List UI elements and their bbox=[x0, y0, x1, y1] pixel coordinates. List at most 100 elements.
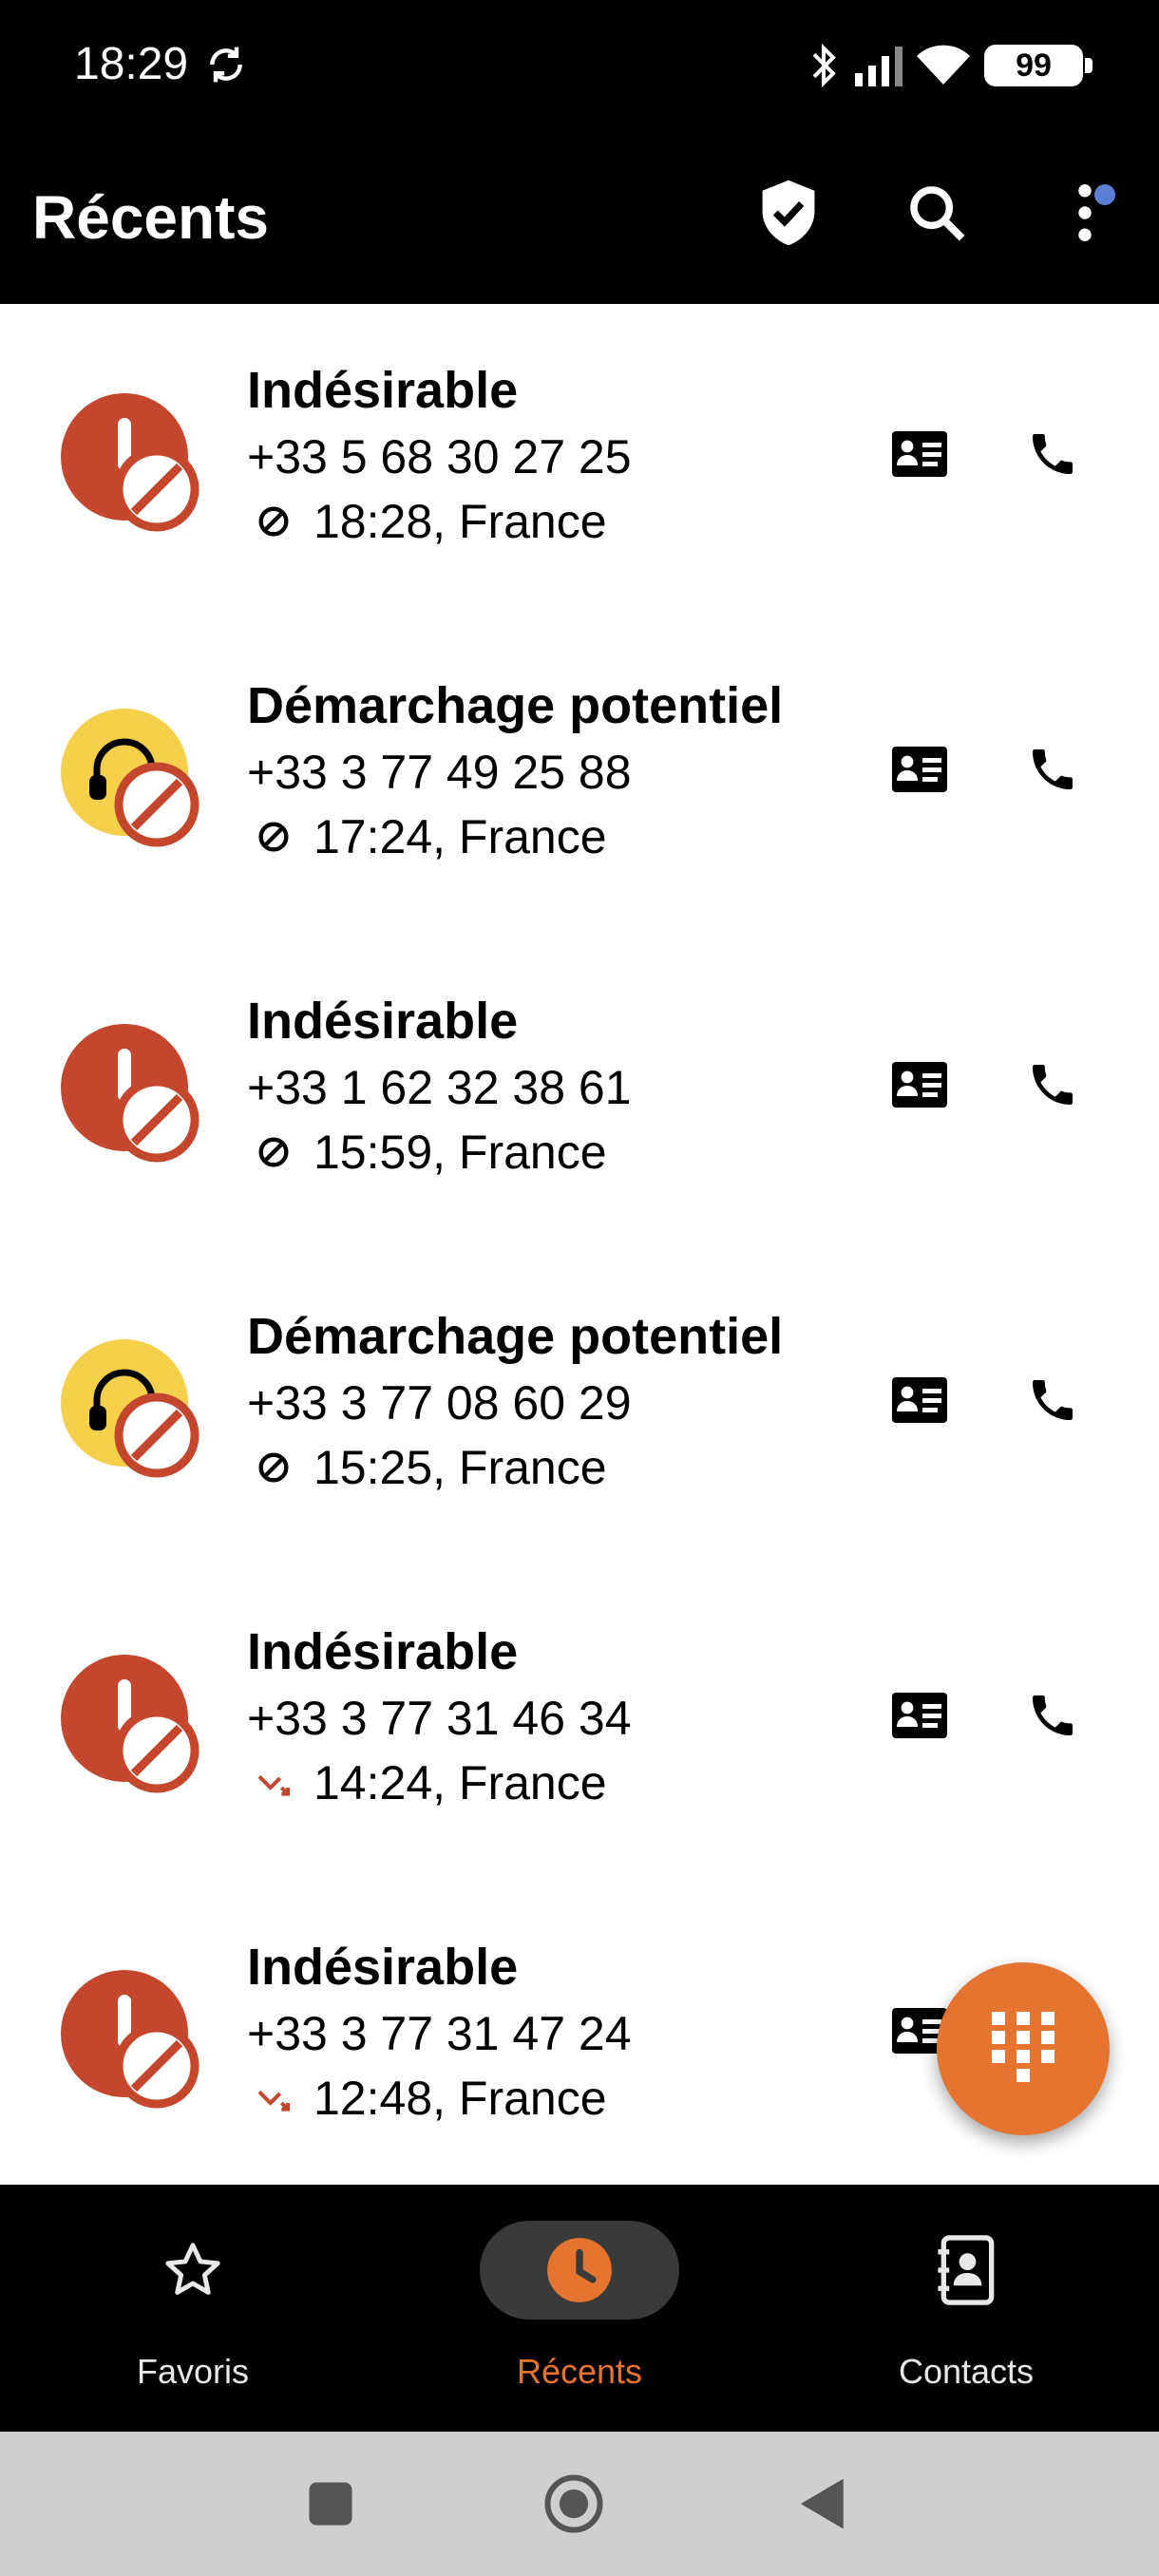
app-bar: Récents bbox=[0, 133, 1159, 304]
system-navigation-bar bbox=[0, 2432, 1159, 2576]
call-time-location: 15:59, France bbox=[314, 1126, 607, 1179]
spam-avatar bbox=[61, 1970, 200, 2109]
blocked-icon bbox=[258, 1452, 289, 1483]
telemarketing-avatar bbox=[61, 1339, 200, 1478]
call-meta: 18:28, France bbox=[247, 490, 632, 553]
blocked-icon bbox=[258, 1137, 289, 1167]
call-time-location: 18:28, France bbox=[314, 495, 607, 548]
back-button[interactable] bbox=[787, 2470, 855, 2538]
call-row[interactable]: Démarchage potentiel +33 3 77 08 60 29 1… bbox=[0, 1250, 1159, 1565]
call-row[interactable]: Indésirable +33 5 68 30 27 25 18:28, Fra… bbox=[0, 304, 1159, 619]
home-circle-icon bbox=[544, 2474, 603, 2533]
bottom-navigation: Favoris Récents Contacts bbox=[0, 2185, 1159, 2432]
block-badge-icon bbox=[114, 762, 200, 847]
search-icon[interactable] bbox=[899, 175, 975, 251]
nav-recents-label: Récents bbox=[516, 2352, 643, 2391]
call-number: +33 3 77 31 46 34 bbox=[247, 1692, 632, 1745]
call-button[interactable] bbox=[1015, 1362, 1091, 1438]
contact-card-button[interactable] bbox=[882, 1362, 958, 1438]
call-meta: 15:59, France bbox=[247, 1121, 632, 1184]
call-number: +33 5 68 30 27 25 bbox=[247, 430, 632, 483]
call-time-location: 17:24, France bbox=[314, 810, 607, 863]
notification-dot bbox=[1094, 184, 1115, 205]
call-row[interactable]: Indésirable +33 3 77 31 46 34 14:24, Fra… bbox=[0, 1565, 1159, 1881]
blocked-icon bbox=[258, 822, 289, 852]
nav-favorites-icon-wrap bbox=[93, 2221, 293, 2320]
contacts-book-icon bbox=[938, 2235, 995, 2305]
call-label: Démarchage potentiel bbox=[247, 1308, 784, 1365]
call-label: Indésirable bbox=[247, 362, 519, 419]
more-vert-icon[interactable] bbox=[1047, 175, 1123, 251]
call-row[interactable]: Démarchage potentiel +33 3 77 49 25 88 1… bbox=[0, 619, 1159, 935]
home-button[interactable] bbox=[540, 2470, 608, 2538]
call-label: Indésirable bbox=[247, 1939, 519, 1996]
shield-check-icon[interactable] bbox=[750, 175, 826, 251]
dialpad-icon bbox=[992, 2012, 1054, 2082]
sync-icon bbox=[210, 47, 242, 83]
block-badge-icon bbox=[114, 2023, 200, 2109]
contact-card-button[interactable] bbox=[882, 416, 958, 492]
call-label: Démarchage potentiel bbox=[247, 677, 784, 734]
contact-card-icon bbox=[892, 747, 947, 792]
call-meta: 14:24, France bbox=[247, 1752, 632, 1814]
contact-card-button[interactable] bbox=[882, 1677, 958, 1753]
call-time-location: 14:24, France bbox=[314, 1756, 607, 1809]
phone-icon bbox=[1033, 749, 1073, 789]
contact-card-button[interactable] bbox=[882, 731, 958, 807]
signal-icon bbox=[855, 47, 902, 86]
call-info: Indésirable +33 3 77 31 46 34 14:24, Fra… bbox=[247, 1619, 632, 1814]
status-time: 18:29 bbox=[74, 39, 189, 89]
page-title: Récents bbox=[32, 183, 269, 252]
clock-icon bbox=[547, 2238, 612, 2302]
phone-icon bbox=[1033, 1380, 1073, 1420]
dialpad-fab-button[interactable] bbox=[937, 1962, 1110, 2135]
call-time-location: 12:48, France bbox=[314, 2072, 607, 2125]
telemarketing-avatar bbox=[61, 709, 200, 847]
missed-call-icon bbox=[257, 2090, 290, 2112]
blocked-icon bbox=[258, 506, 289, 537]
nav-contacts[interactable]: Contacts bbox=[776, 2185, 1156, 2432]
battery-level: 99 bbox=[1016, 47, 1052, 84]
call-row[interactable]: Indésirable +33 1 62 32 38 61 15:59, Fra… bbox=[0, 935, 1159, 1250]
nav-contacts-icon-wrap bbox=[866, 2221, 1066, 2320]
call-info: Indésirable +33 3 77 31 47 24 12:48, Fra… bbox=[247, 1934, 632, 2130]
call-number: +33 3 77 31 47 24 bbox=[247, 2007, 632, 2060]
contact-card-button[interactable] bbox=[882, 1047, 958, 1123]
spam-avatar bbox=[61, 1024, 200, 1163]
spam-avatar bbox=[61, 1655, 200, 1793]
spam-avatar bbox=[61, 393, 200, 532]
recents-apps-button[interactable] bbox=[296, 2470, 365, 2538]
contact-card-icon bbox=[892, 1062, 947, 1108]
call-label: Indésirable bbox=[247, 993, 519, 1050]
phone-icon bbox=[1033, 434, 1073, 474]
call-button[interactable] bbox=[1015, 1047, 1091, 1123]
call-number: +33 1 62 32 38 61 bbox=[247, 1061, 632, 1114]
status-icons: 99 bbox=[808, 42, 1092, 89]
nav-favorites-label: Favoris bbox=[136, 2352, 250, 2391]
call-button[interactable] bbox=[1015, 731, 1091, 807]
contact-card-icon bbox=[892, 1693, 947, 1738]
wifi-icon bbox=[917, 45, 970, 85]
nav-recents[interactable]: Récents bbox=[390, 2185, 770, 2432]
call-meta: 15:25, France bbox=[247, 1436, 783, 1499]
call-number: +33 3 77 49 25 88 bbox=[247, 746, 632, 799]
block-badge-icon bbox=[114, 1077, 200, 1163]
nav-recents-icon-wrap bbox=[480, 2221, 679, 2320]
missed-call-icon bbox=[257, 1774, 290, 1796]
recent-calls-list: Indésirable +33 5 68 30 27 25 18:28, Fra… bbox=[0, 304, 1159, 2185]
call-info: Démarchage potentiel +33 3 77 49 25 88 1… bbox=[247, 672, 783, 868]
block-badge-icon bbox=[114, 446, 200, 532]
status-bar: 18:29 99 bbox=[0, 0, 1159, 133]
call-button[interactable] bbox=[1015, 1677, 1091, 1753]
bluetooth-icon bbox=[812, 43, 836, 88]
battery-icon: 99 bbox=[984, 45, 1092, 86]
call-label: Indésirable bbox=[247, 1623, 519, 1680]
call-time-location: 15:25, France bbox=[314, 1441, 607, 1494]
call-number: +33 3 77 08 60 29 bbox=[247, 1376, 632, 1430]
call-info: Démarchage potentiel +33 3 77 08 60 29 1… bbox=[247, 1303, 783, 1499]
nav-favorites[interactable]: Favoris bbox=[3, 2185, 383, 2432]
call-meta: 17:24, France bbox=[247, 805, 783, 868]
square-icon bbox=[309, 2482, 352, 2526]
call-info: Indésirable +33 5 68 30 27 25 18:28, Fra… bbox=[247, 357, 632, 553]
call-button[interactable] bbox=[1015, 416, 1091, 492]
